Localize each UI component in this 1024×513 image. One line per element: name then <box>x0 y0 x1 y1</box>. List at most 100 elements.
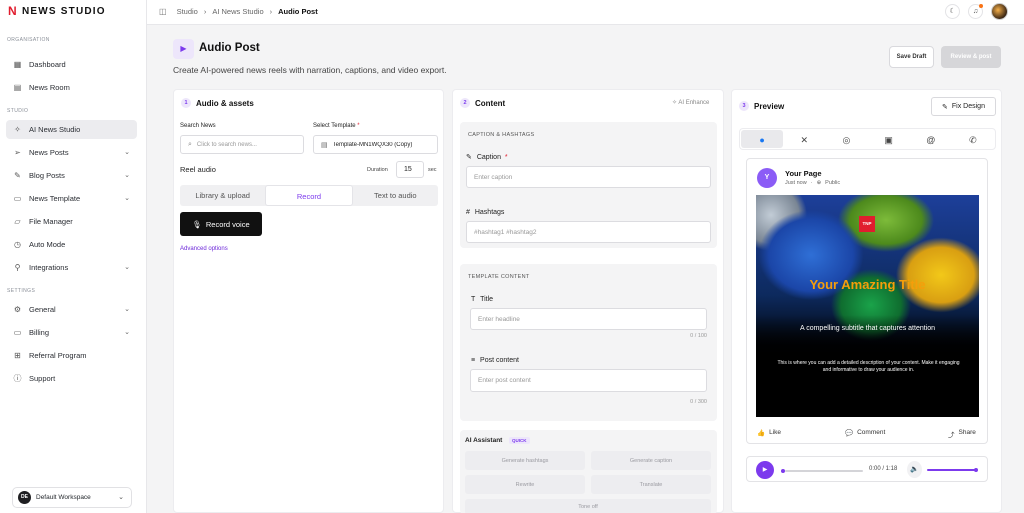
ai-enhance-button[interactable]: ✧ AI Enhance <box>672 99 709 106</box>
theme-toggle-icon[interactable]: ☾ <box>945 4 960 19</box>
sidebar-item-news-posts[interactable]: ➢ News Posts ⌄ <box>6 143 137 162</box>
save-draft-button[interactable]: Save Draft <box>889 46 934 68</box>
lines-icon: ≡ <box>471 357 476 364</box>
sidebar-item-news-template[interactable]: ▭ News Template ⌄ <box>6 189 137 208</box>
x-icon[interactable]: ✕ <box>783 130 825 148</box>
sidebar-item-file-manager[interactable]: ▱ File Manager <box>6 212 137 231</box>
search-news-label: Search News <box>180 123 216 129</box>
ai-assistant-section: AI Assistant QUICK Generate hashtags Gen… <box>460 430 717 513</box>
post-time: Just now <box>785 180 807 186</box>
page-title: Audio Post <box>199 42 260 54</box>
like-button[interactable]: 👍 Like <box>757 429 781 437</box>
gift-icon: ⊞ <box>14 351 21 360</box>
search-icon: ⌕ <box>188 140 192 148</box>
fix-design-button[interactable]: ✎ Fix Design <box>931 97 996 116</box>
caption-input[interactable]: Enter caption <box>466 166 711 188</box>
image-subtitle: A compelling subtitle that captures atte… <box>799 325 936 332</box>
card-icon: ▭ <box>13 328 22 337</box>
sidebar: N NEWS STUDIO ORGANISATION ▦ Dashboard ▤… <box>0 0 147 513</box>
like-label: Like <box>769 429 782 436</box>
audio-assets-panel: 1 Audio & assets Search News ⌕ Click to … <box>173 89 444 513</box>
breadcrumb-current: Audio Post <box>278 7 318 16</box>
volume-handle[interactable] <box>974 468 978 472</box>
chevron-down-icon: ⌄ <box>124 306 130 313</box>
content-header: 2 Content <box>460 98 505 108</box>
tone-off-button[interactable]: Tone off <box>465 499 711 513</box>
template-icon: ▤ <box>321 141 328 149</box>
brand-name: NEWS STUDIO <box>22 6 106 17</box>
sidebar-item-billing[interactable]: ▭ Billing ⌄ <box>6 323 137 342</box>
volume-slider[interactable] <box>927 469 976 471</box>
volume-icon[interactable]: 🔈 <box>907 461 922 478</box>
sidebar-item-label: AI News Studio <box>29 125 81 134</box>
breadcrumb: ◫ Studio › AI News Studio › Audio Post <box>159 7 318 16</box>
generate-caption-button[interactable]: Generate caption <box>591 451 711 470</box>
facebook-icon[interactable]: ● <box>741 130 784 148</box>
duration-input[interactable]: 15 <box>396 161 424 178</box>
post-char-count: 0 / 300 <box>690 399 707 405</box>
tab-record[interactable]: Record <box>265 185 353 206</box>
tab-library-upload[interactable]: Library & upload <box>180 185 265 206</box>
microphone-icon: 🎙 <box>192 219 202 229</box>
comment-button[interactable]: 💬 Comment <box>845 429 885 437</box>
hashtags-label: # Hashtags <box>466 209 504 216</box>
title-input[interactable]: Enter headline <box>470 308 707 330</box>
search-news-input[interactable]: ⌕ Click to search news... <box>180 135 304 154</box>
caption-hashtags-section: CAPTION & HASHTAGS ✎ Caption * Enter cap… <box>460 122 717 248</box>
play-button[interactable]: ▶ <box>756 461 774 479</box>
linkedin-icon[interactable]: ▣ <box>868 130 910 148</box>
chevron-down-icon: ⌄ <box>124 264 130 271</box>
workspace-name: Default Workspace <box>36 494 91 501</box>
rewrite-button[interactable]: Rewrite <box>465 475 585 494</box>
breadcrumb-ai-news-studio[interactable]: AI News Studio <box>212 7 263 16</box>
comment-label: Comment <box>857 429 886 436</box>
user-avatar[interactable] <box>991 3 1008 20</box>
progress-track[interactable] <box>785 470 863 472</box>
post-content-input[interactable]: Enter post content <box>470 369 707 392</box>
sidebar-item-label: General <box>29 305 56 314</box>
translate-button[interactable]: Translate <box>591 475 711 494</box>
chevron-down-icon: ⌄ <box>124 149 130 156</box>
sidebar-item-dashboard[interactable]: ▦ Dashboard <box>6 55 137 74</box>
breadcrumb-studio[interactable]: Studio <box>177 7 198 16</box>
instagram-icon[interactable]: ◎ <box>825 130 867 148</box>
audio-player: ▶ 0:00 / 1:18 🔈 <box>746 456 988 482</box>
sidebar-toggle-icon[interactable]: ◫ <box>159 7 167 16</box>
edit-icon: ✎ <box>942 103 948 111</box>
review-post-button[interactable]: Review & post <box>941 46 1001 68</box>
record-voice-button[interactable]: 🎙 Record voice <box>180 212 262 236</box>
page-subtitle: Create AI-powered news reels with narrat… <box>173 65 447 75</box>
gear-icon: ⚙ <box>13 305 22 314</box>
share-icon: ⤴ <box>948 432 955 439</box>
audio-assets-title: Audio & assets <box>196 98 254 108</box>
whatsapp-icon[interactable]: ✆ <box>952 130 994 148</box>
sidebar-item-referral-program[interactable]: ⊞ Referral Program <box>6 346 137 365</box>
reel-audio-label: Reel audio <box>180 165 216 174</box>
sidebar-item-blog-posts[interactable]: ✎ Blog Posts ⌄ <box>6 166 137 185</box>
sidebar-item-integrations[interactable]: ⚲ Integrations ⌄ <box>6 258 137 277</box>
pen-icon: ✎ <box>14 171 21 180</box>
workspace-switcher[interactable]: DE Default Workspace ⌄ <box>12 487 132 508</box>
folder-icon: ▱ <box>14 217 21 226</box>
sidebar-item-general[interactable]: ⚙ General ⌄ <box>6 300 137 319</box>
sidebar-item-auto-mode[interactable]: ◷ Auto Mode <box>6 235 137 254</box>
tab-text-to-audio[interactable]: Text to audio <box>353 185 438 206</box>
advanced-options-link[interactable]: Advanced options <box>180 246 228 252</box>
brand[interactable]: N NEWS STUDIO <box>8 5 106 17</box>
sidebar-item-news-room[interactable]: ▤ News Room <box>6 78 137 97</box>
newspaper-icon: ▤ <box>13 83 22 92</box>
threads-icon[interactable]: @ <box>910 130 952 148</box>
preview-title: Preview <box>754 101 785 111</box>
share-button[interactable]: ⤴ Share <box>948 429 976 439</box>
caption-section-label: CAPTION & HASHTAGS <box>468 132 535 138</box>
hashtag-icon: # <box>466 209 470 216</box>
sidebar-item-ai-news-studio[interactable]: ✧ AI News Studio <box>6 120 137 139</box>
sidebar-item-support[interactable]: ⓘ Support <box>6 369 137 388</box>
select-template-dropdown[interactable]: ▤ Template-MN1WQX30 (Copy) <box>313 135 438 154</box>
hashtags-input[interactable]: #hashtag1 #hashtag2 <box>466 221 711 243</box>
sidebar-item-label: Auto Mode <box>29 240 66 249</box>
text-icon: T <box>471 296 476 303</box>
generate-hashtags-button[interactable]: Generate hashtags <box>465 451 585 470</box>
send-icon: ➢ <box>14 148 21 157</box>
post-preview-card: Y Your Page Just now · ⊕ Public TNP Your… <box>746 158 988 444</box>
